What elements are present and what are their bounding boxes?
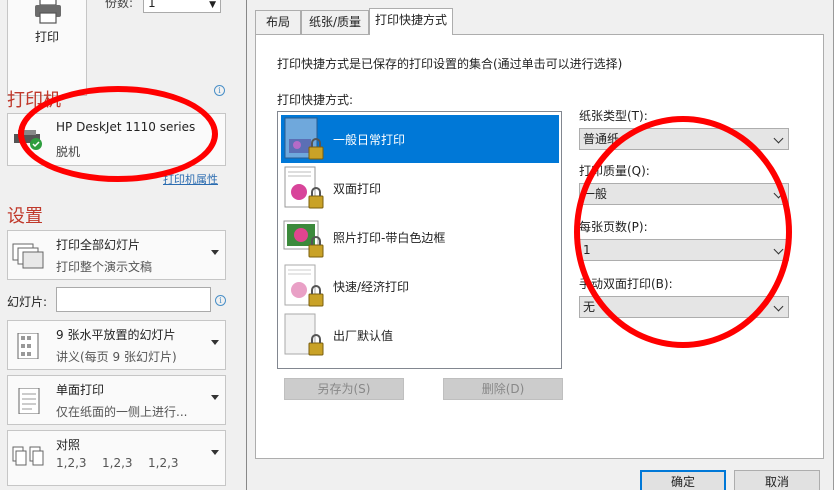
print-quality-value: 一般 bbox=[583, 187, 608, 201]
collate-num: 1,2,3 bbox=[102, 456, 133, 470]
info-icon[interactable]: i bbox=[215, 295, 226, 306]
paper-type-value: 普通纸 bbox=[583, 132, 620, 146]
settings-section-title: 设置 bbox=[7, 206, 43, 227]
ok-button[interactable]: 确定 bbox=[640, 470, 726, 490]
one-sided-page-icon bbox=[18, 388, 40, 414]
cancel-button[interactable]: 取消 bbox=[734, 470, 820, 490]
copies-spinner[interactable]: 1 ▼ bbox=[143, 0, 221, 13]
layout-title: 9 张水平放置的幻灯片 bbox=[56, 328, 176, 342]
pages-per-sheet-value: 1 bbox=[583, 243, 591, 257]
dropdown-arrow-icon bbox=[211, 250, 219, 255]
paper-type-label: 纸张类型(T): bbox=[579, 109, 648, 123]
slides-input[interactable] bbox=[56, 287, 211, 312]
manual-duplex-value: 无 bbox=[583, 300, 596, 314]
list-item[interactable]: 快速/经济打印 bbox=[281, 262, 559, 310]
dropdown-arrow-icon bbox=[211, 450, 219, 455]
print-quality-label: 打印质量(Q): bbox=[579, 164, 650, 178]
manual-duplex-label: 手动双面打印(B): bbox=[579, 277, 673, 291]
sides-subtitle: 仅在纸面的一侧上进行... bbox=[56, 405, 188, 419]
blank-document-lock-icon bbox=[284, 313, 324, 356]
shortcuts-list-label: 打印快捷方式: bbox=[277, 93, 354, 107]
list-item[interactable]: 双面打印 bbox=[281, 164, 559, 212]
print-range-dropdown[interactable]: 打印全部幻灯片 打印整个演示文稿 bbox=[7, 230, 226, 280]
slides-stack-icon bbox=[12, 243, 44, 269]
copies-value: 1 bbox=[148, 0, 156, 10]
delete-button[interactable]: 删除(D) bbox=[443, 378, 563, 400]
handout-grid-icon bbox=[17, 333, 39, 359]
slides-label: 幻灯片: bbox=[7, 295, 48, 309]
list-item[interactable]: 出厂默认值 bbox=[281, 311, 559, 359]
pages-per-sheet-combo[interactable]: 1 bbox=[579, 239, 789, 261]
printer-icon bbox=[35, 0, 61, 24]
save-as-button[interactable]: 另存为(S) bbox=[284, 378, 404, 400]
dropdown-arrow-icon bbox=[211, 395, 219, 400]
tab-printing-shortcuts[interactable]: 打印快捷方式 bbox=[369, 8, 453, 35]
layout-dropdown[interactable]: 9 张水平放置的幻灯片 讲义(每页 9 张幻灯片) bbox=[7, 320, 226, 370]
duplex-document-lock-icon bbox=[284, 166, 324, 209]
shortcuts-tab-panel: 打印快捷方式是已保存的打印设置的集合(通过单击可以进行选择) 打印快捷方式: 一… bbox=[255, 34, 824, 459]
chevron-down-icon bbox=[773, 133, 784, 144]
list-item[interactable]: 一般日常打印 bbox=[281, 115, 559, 163]
print-range-subtitle: 打印整个演示文稿 bbox=[56, 260, 153, 274]
print-backstage-panel: 打印 份数: 1 ▼ 打印机 i HP DeskJet 1110 series … bbox=[0, 0, 246, 490]
printer-section-title: 打印机 bbox=[7, 90, 61, 111]
tab-paper-quality[interactable]: 纸张/质量 bbox=[301, 10, 369, 34]
chevron-down-icon bbox=[773, 301, 784, 312]
pages-per-sheet-label: 每张页数(P): bbox=[579, 220, 648, 234]
photo-lock-icon bbox=[283, 220, 324, 258]
printer-selector[interactable]: HP DeskJet 1110 series 脱机 bbox=[7, 113, 226, 166]
sides-title: 单面打印 bbox=[56, 383, 105, 397]
layout-subtitle: 讲义(每页 9 张幻灯片) bbox=[56, 350, 177, 364]
shortcut-label: 快速/经济打印 bbox=[333, 280, 410, 294]
collate-pages-icon bbox=[12, 446, 44, 466]
info-icon[interactable]: i bbox=[214, 85, 225, 96]
print-range-title: 打印全部幻灯片 bbox=[56, 238, 141, 252]
sides-dropdown[interactable]: 单面打印 仅在纸面的一侧上进行... bbox=[7, 375, 226, 425]
paper-type-combo[interactable]: 普通纸 bbox=[579, 128, 789, 150]
chevron-down-icon bbox=[773, 188, 784, 199]
list-item[interactable]: 照片打印-带白色边框 bbox=[281, 213, 559, 261]
copies-label: 份数: bbox=[105, 0, 134, 10]
printer-status: 脱机 bbox=[56, 145, 81, 159]
shortcut-label: 双面打印 bbox=[333, 182, 382, 196]
print-button[interactable]: 打印 bbox=[7, 0, 87, 96]
shortcuts-description: 打印快捷方式是已保存的打印设置的集合(通过单击可以进行选择) bbox=[277, 57, 623, 71]
dropdown-arrow-icon bbox=[211, 340, 219, 345]
print-quality-combo[interactable]: 一般 bbox=[579, 183, 789, 205]
printer-name: HP DeskJet 1110 series bbox=[56, 120, 196, 134]
printer-offline-icon bbox=[14, 130, 42, 150]
collate-num: 1,2,3 bbox=[148, 456, 179, 470]
shortcut-label: 出厂默认值 bbox=[333, 329, 394, 343]
printer-properties-link[interactable]: 打印机属性 bbox=[163, 171, 218, 187]
manual-duplex-combo[interactable]: 无 bbox=[579, 296, 789, 318]
background-window-edge bbox=[833, 0, 837, 490]
spinner-arrow-icon[interactable]: ▼ bbox=[209, 0, 216, 14]
economy-document-lock-icon bbox=[284, 264, 324, 307]
print-button-label: 打印 bbox=[34, 30, 59, 44]
chevron-down-icon bbox=[773, 244, 784, 255]
shortcuts-list[interactable]: 一般日常打印 双面打印 照片打印-带白色边框 快速/经济打印 出厂默认值 bbox=[277, 111, 562, 369]
collate-num: 1,2,3 bbox=[56, 456, 87, 470]
collate-title: 对照 bbox=[56, 438, 81, 452]
printer-preferences-dialog: 布局 纸张/质量 打印快捷方式 打印快捷方式是已保存的打印设置的集合(通过单击可… bbox=[246, 0, 833, 490]
tab-layout[interactable]: 布局 bbox=[255, 10, 301, 34]
shortcut-label: 照片打印-带白色边框 bbox=[333, 231, 446, 245]
shortcut-label: 一般日常打印 bbox=[333, 133, 406, 147]
document-lock-icon bbox=[284, 117, 324, 160]
